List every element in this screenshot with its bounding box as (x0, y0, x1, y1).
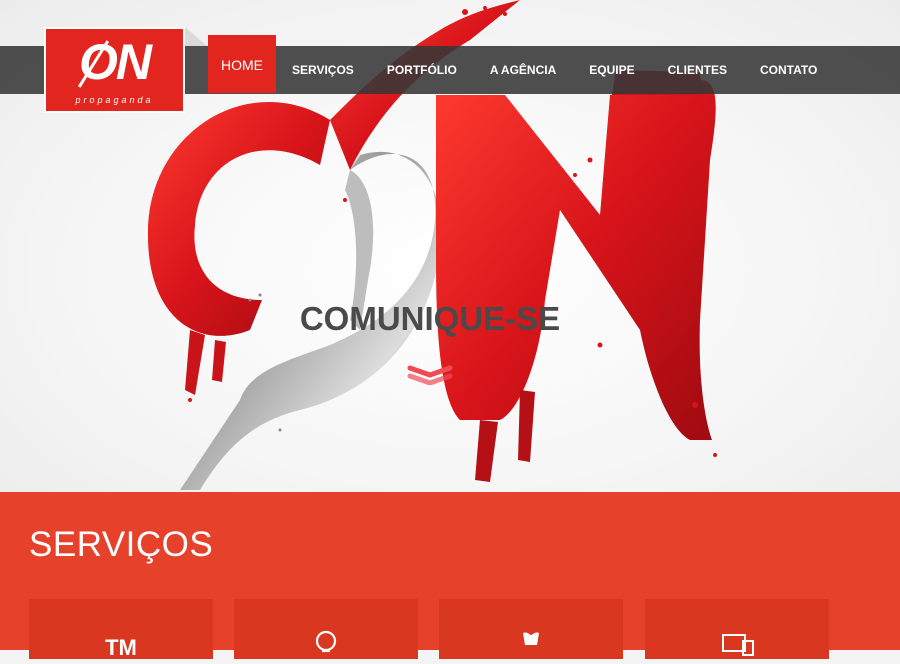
services-title: SERVIÇOS (29, 525, 214, 564)
chevron-down-icon[interactable] (406, 365, 454, 385)
hand-icon (439, 629, 623, 664)
trademark-icon: TM (105, 635, 137, 660)
service-card-trademark[interactable]: TM (29, 599, 213, 660)
logo-text: ON (79, 34, 152, 90)
nav-item-equipe[interactable]: EQUIPE (589, 46, 634, 94)
nav-item-portfolio[interactable]: PORTFÓLIO (387, 46, 457, 94)
service-card-idea[interactable] (234, 599, 418, 659)
nav-item-a-agencia[interactable]: A AGÊNCIA (490, 46, 556, 94)
lightbulb-icon (234, 629, 418, 664)
devices-icon (645, 629, 829, 664)
services-section: SERVIÇOS TM (0, 492, 900, 660)
hero-title: COMUNIQUE-SE (299, 300, 561, 337)
nav-item-clientes[interactable]: CLIENTES (668, 46, 727, 94)
nav-item-home[interactable]: HOME (208, 35, 276, 93)
service-card-hand[interactable] (439, 599, 623, 659)
logo-subtitle: propaganda (75, 95, 154, 105)
nav-item-contato[interactable]: CONTATO (760, 46, 817, 94)
main-nav: HOME SERVIÇOS PORTFÓLIO A AGÊNCIA EQUIPE… (208, 35, 817, 94)
service-card-devices[interactable] (645, 599, 829, 659)
logo-fold-decoration (185, 27, 207, 46)
brand-logo[interactable]: ON propaganda (44, 27, 185, 113)
nav-item-servicos[interactable]: SERVIÇOS (292, 46, 354, 94)
